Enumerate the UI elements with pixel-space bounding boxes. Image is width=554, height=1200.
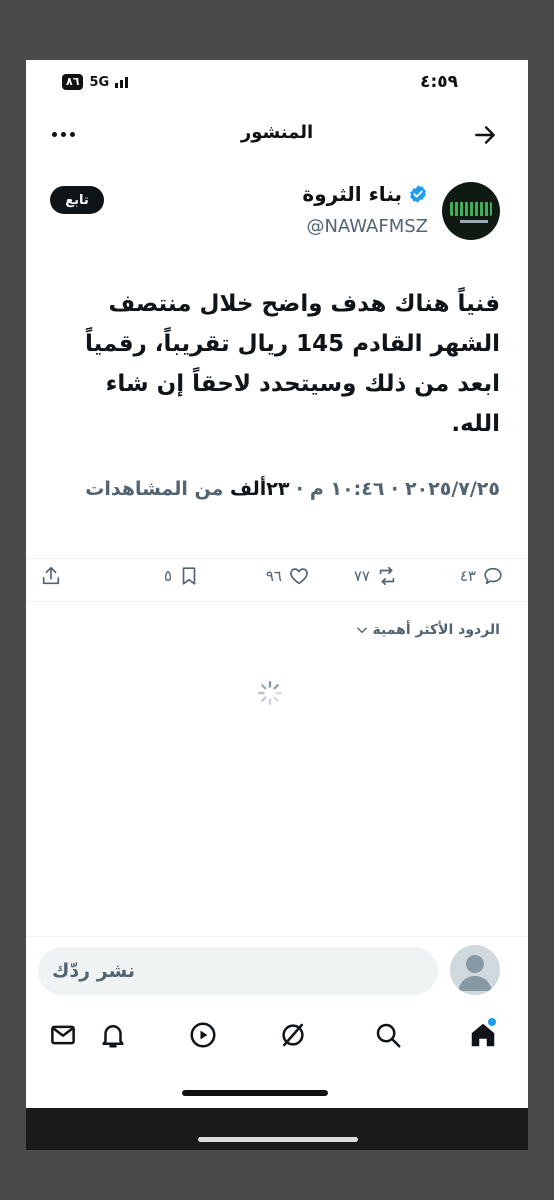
status-time: ٤:٥٩ [420,72,458,92]
repost-count: ٧٧ [353,567,370,585]
author-avatar[interactable] [442,182,500,240]
reply-icon [484,567,502,585]
post-meta: ٢٠٢٥/٧/٢٥ · ١٠:٤٦ م · ٢٣ألف من المشاهدات [50,474,500,504]
battery-icon: ٨٦ [62,74,84,90]
post-text: فنياً هناك هدف واضح خلال منتصف الشهر الق… [85,291,500,437]
bookmark-button[interactable]: ٥ [164,565,200,587]
like-count: ٩٦ [265,567,282,585]
status-bar: ٤:٥٩ ٨٦ 5G [26,60,528,106]
chevron-down-icon [356,627,367,634]
reply-button[interactable]: ٤٣ [460,565,504,587]
status-indicators: ٨٦ 5G [62,74,129,90]
replies-sort-dropdown[interactable]: الردود الأكثر أهمية [355,622,500,638]
grok-icon [282,1023,304,1047]
tab-notifications[interactable] [98,1020,128,1050]
notification-dot [488,1018,496,1026]
network-label: 5G [89,74,110,90]
post-timestamp[interactable]: ٢٠٢٥/٧/٢٥ · ١٠:٤٦ م · [289,478,500,500]
share-button[interactable] [40,565,62,587]
reply-input[interactable]: نشر ردّك [38,947,438,995]
avatar-logo [450,202,492,216]
follow-button[interactable]: تابع [50,186,104,214]
bookmark-count: ٥ [163,567,172,585]
system-home-indicator [198,1137,358,1142]
phone-frame: ٤:٥٩ ٨٦ 5G المنشور بناء الثروة @NAWAFMSZ… [26,60,528,1150]
tab-video[interactable] [188,1020,218,1050]
share-icon [42,566,60,585]
page-title: المنشور [240,122,314,143]
bottom-tab-bar [26,1010,528,1066]
post-author: بناء الثروة @NAWAFMSZ تابع [26,178,528,248]
tab-search[interactable] [373,1020,403,1050]
mail-icon [51,1025,75,1045]
views-count: ٢٣ألف [230,478,290,500]
reply-composer: نشر ردّك [26,936,528,1001]
header: المنشور [26,118,528,158]
tab-home[interactable] [468,1018,498,1050]
user-avatar[interactable] [450,945,500,995]
tab-messages[interactable] [48,1020,78,1050]
heart-icon [290,568,308,585]
more-options-icon[interactable] [52,132,75,137]
like-button[interactable]: ٩٦ [266,565,310,587]
signal-icon [115,76,129,88]
author-handle: @NAWAFMSZ [306,216,428,237]
verified-badge-icon [410,185,426,203]
loading-spinner-icon [257,680,283,706]
tab-grok[interactable] [278,1020,308,1050]
author-name-row[interactable]: بناء الثروة [302,182,428,206]
default-avatar-icon [458,955,492,991]
repost-button[interactable]: ٧٧ [354,565,398,587]
reply-count: ٤٣ [459,567,476,585]
replies-sort-label: الردود الأكثر أهمية [372,622,500,638]
views-label: من المشاهدات [85,478,230,500]
repost-icon [379,566,395,586]
bell-icon [102,1025,124,1048]
home-indicator [182,1090,328,1096]
post-actions: ٤٣ ٧٧ ٩٦ ٥ [26,558,528,602]
bookmark-icon [182,567,196,585]
search-icon [376,1023,401,1048]
avatar-logo-caption [460,220,488,223]
play-icon [190,1022,216,1048]
screen: ٤:٥٩ ٨٦ 5G المنشور بناء الثروة @NAWAFMSZ… [26,60,528,1108]
author-name: بناء الثروة [302,182,402,206]
